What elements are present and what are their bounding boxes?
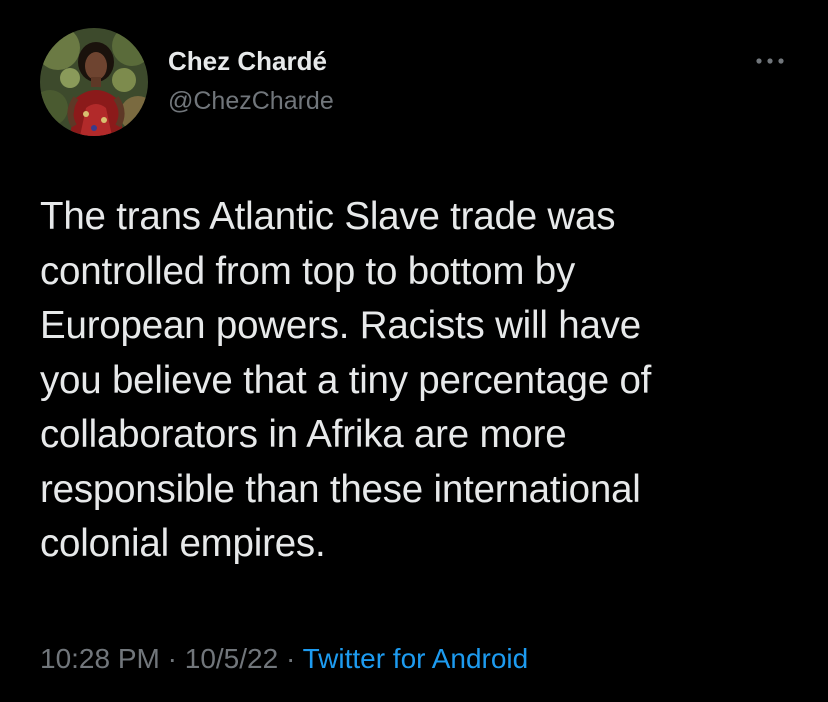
meta-separator: · xyxy=(278,643,303,674)
tweet-source-link[interactable]: Twitter for Android xyxy=(303,643,529,674)
tweet-card: Chez Chardé @ChezCharde The trans Atlant… xyxy=(0,0,828,702)
user-handle[interactable]: @ChezCharde xyxy=(168,86,334,116)
more-options-button[interactable] xyxy=(748,46,792,76)
tweet-date[interactable]: 10/5/22 xyxy=(185,643,278,674)
avatar[interactable] xyxy=(40,28,148,136)
meta-separator: · xyxy=(159,643,185,674)
tweet-meta: 10:28 PM · 10/5/22 · Twitter for Android xyxy=(40,641,528,677)
tweet-time[interactable]: 10:28 PM xyxy=(40,643,160,674)
more-horizontal-icon xyxy=(756,58,784,64)
profile-photo-icon xyxy=(40,28,148,136)
display-name[interactable]: Chez Chardé xyxy=(168,46,327,76)
tweet-text: The trans Atlantic Slave trade was contr… xyxy=(40,195,652,565)
